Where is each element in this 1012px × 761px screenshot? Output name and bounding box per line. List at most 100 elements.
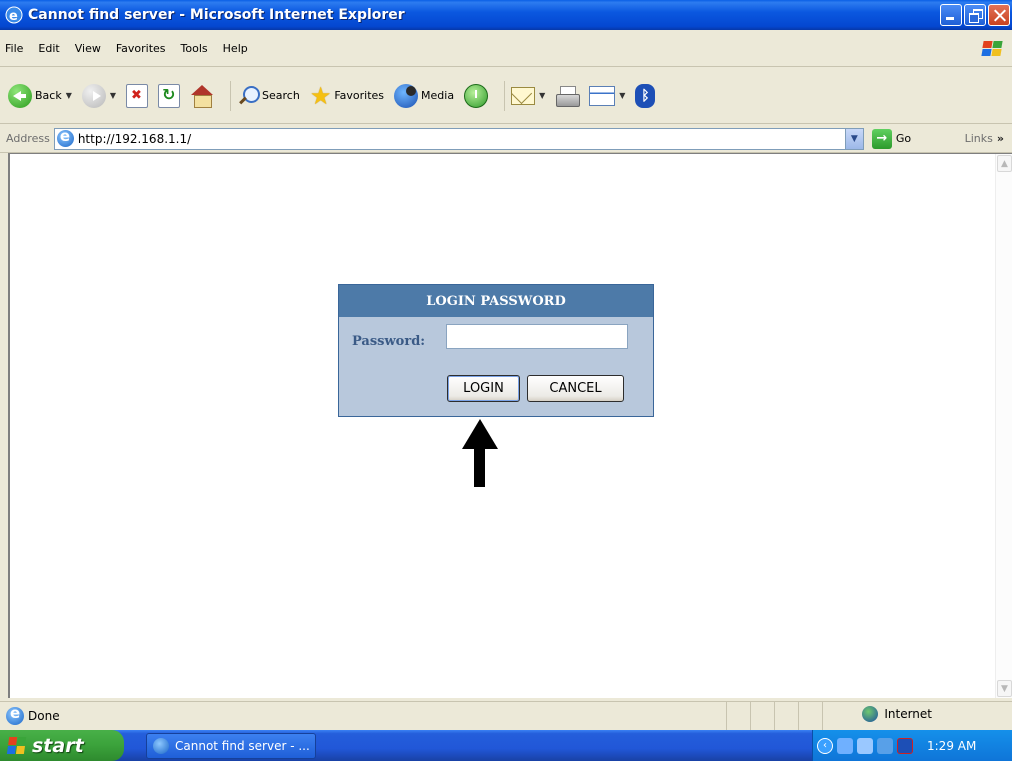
cancel-button[interactable]: CANCEL [527, 375, 624, 402]
system-tray: ‹ 1:29 AM [812, 730, 1012, 761]
bluetooth-icon: ᛒ [635, 83, 656, 108]
window-controls [940, 4, 1010, 26]
search-icon [237, 85, 261, 107]
start-button[interactable]: start [0, 730, 124, 761]
arrow-shaft [474, 449, 485, 487]
star-icon: ★ [309, 81, 332, 110]
home-button[interactable] [190, 84, 214, 108]
status-text: Done [28, 708, 60, 723]
address-dropdown-icon[interactable]: ▼ [844, 128, 863, 149]
globe-icon [862, 706, 879, 722]
media-label: Media [421, 89, 455, 102]
volume-icon[interactable] [877, 737, 893, 754]
clock[interactable]: 1:29 AM [927, 739, 976, 753]
mail-icon [511, 86, 536, 105]
pointer-arrow-icon [462, 419, 498, 489]
vertical-scrollbar[interactable]: ▲ ▼ [995, 154, 1012, 698]
forward-arrow-icon [81, 83, 106, 108]
windows-flag-icon [6, 736, 28, 755]
stop-icon [126, 83, 149, 108]
tray-expand-icon[interactable]: ‹ [817, 737, 833, 754]
svg-text:e: e [9, 9, 18, 24]
address-url[interactable]: http://192.168.1.1/ [78, 132, 191, 146]
back-label: Back [35, 89, 62, 102]
media-button[interactable]: Media [394, 83, 455, 108]
links-label: Links [964, 132, 993, 145]
taskbar: start Cannot find server - ... ‹ 1:29 AM [0, 730, 1012, 761]
mail-button[interactable]: ▼ [511, 86, 545, 105]
back-button[interactable]: Back ▼ [8, 83, 72, 108]
address-bar: Address http://192.168.1.1/ ▼ → Go Links… [0, 125, 1012, 153]
links-button[interactable]: Links» [965, 132, 1004, 145]
media-icon [394, 83, 419, 108]
password-row: Password: [352, 324, 628, 349]
home-icon [190, 84, 214, 108]
toolbar-separator [504, 80, 506, 111]
stop-button[interactable] [126, 83, 149, 108]
go-arrow-icon: → [871, 128, 892, 149]
bluetooth-button[interactable]: ᛒ [635, 83, 656, 108]
toolbar: Back ▼ ▼ Search ★ Favorites Media ▼ ▼ [0, 68, 1012, 124]
password-input[interactable] [446, 324, 628, 349]
network-icon[interactable] [837, 737, 853, 754]
page-icon [56, 127, 74, 147]
toolbar-separator [230, 80, 232, 111]
restore-button[interactable] [964, 4, 986, 26]
address-input[interactable]: http://192.168.1.1/ ▼ [53, 127, 864, 150]
search-label: Search [262, 89, 300, 102]
refresh-icon [158, 83, 181, 108]
windows-logo-icon [980, 41, 1003, 57]
edit-button[interactable]: ▼ [589, 85, 625, 106]
print-button[interactable] [555, 85, 581, 107]
go-button[interactable]: → Go [871, 128, 912, 149]
go-label: Go [895, 132, 912, 145]
status-bar: Done Internet [0, 701, 1012, 730]
menu-edit[interactable]: Edit [38, 42, 59, 55]
favorites-button[interactable]: ★ Favorites [310, 84, 384, 108]
ie-taskbar-icon [153, 737, 169, 754]
history-button[interactable] [464, 83, 489, 108]
forward-dropdown-icon[interactable]: ▼ [110, 91, 116, 100]
status-pane [774, 702, 798, 730]
taskbar-item-label: Cannot find server - ... [175, 738, 310, 753]
ie-window-icon: e [5, 6, 23, 24]
window-title: Cannot find server - Microsoft Internet … [28, 7, 405, 23]
login-title: LOGIN PASSWORD [339, 285, 653, 317]
tray-app-icon[interactable] [857, 737, 873, 754]
minimize-button[interactable] [940, 4, 962, 26]
menu-help[interactable]: Help [223, 42, 248, 55]
status-pane [726, 702, 750, 730]
menu-bar: File Edit View Favorites Tools Help [0, 30, 1012, 67]
password-label: Password: [352, 334, 426, 349]
menu-file[interactable]: File [5, 42, 23, 55]
edit-dropdown-icon[interactable]: ▼ [619, 91, 625, 100]
close-button[interactable] [988, 4, 1010, 26]
status-pane [750, 702, 774, 730]
login-button[interactable]: LOGIN [447, 375, 520, 402]
title-bar[interactable]: e Cannot find server - Microsoft Interne… [0, 0, 1012, 30]
favorites-label: Favorites [334, 89, 385, 102]
bluetooth-tray-icon[interactable] [897, 737, 913, 754]
arrow-head [462, 419, 498, 449]
chevron-right-icon: » [996, 132, 1004, 145]
start-label: start [32, 734, 84, 757]
taskbar-item-ie[interactable]: Cannot find server - ... [146, 732, 316, 759]
security-zone: Internet [862, 706, 932, 722]
status-pane [798, 702, 822, 730]
search-button[interactable]: Search [237, 85, 300, 107]
zone-label: Internet [884, 707, 932, 721]
mail-dropdown-icon[interactable]: ▼ [539, 91, 545, 100]
menu-view[interactable]: View [75, 42, 101, 55]
forward-button[interactable]: ▼ [81, 83, 116, 108]
printer-icon [555, 85, 581, 107]
scroll-down-icon[interactable]: ▼ [997, 680, 1012, 697]
page-status-icon [6, 704, 24, 725]
refresh-button[interactable] [158, 83, 181, 108]
address-label: Address [6, 132, 50, 145]
back-arrow-icon [8, 83, 32, 108]
menu-favorites[interactable]: Favorites [116, 42, 166, 55]
scroll-up-icon[interactable]: ▲ [997, 155, 1012, 172]
menu-tools[interactable]: Tools [181, 42, 208, 55]
history-icon [464, 83, 489, 108]
back-dropdown-icon[interactable]: ▼ [66, 91, 72, 100]
